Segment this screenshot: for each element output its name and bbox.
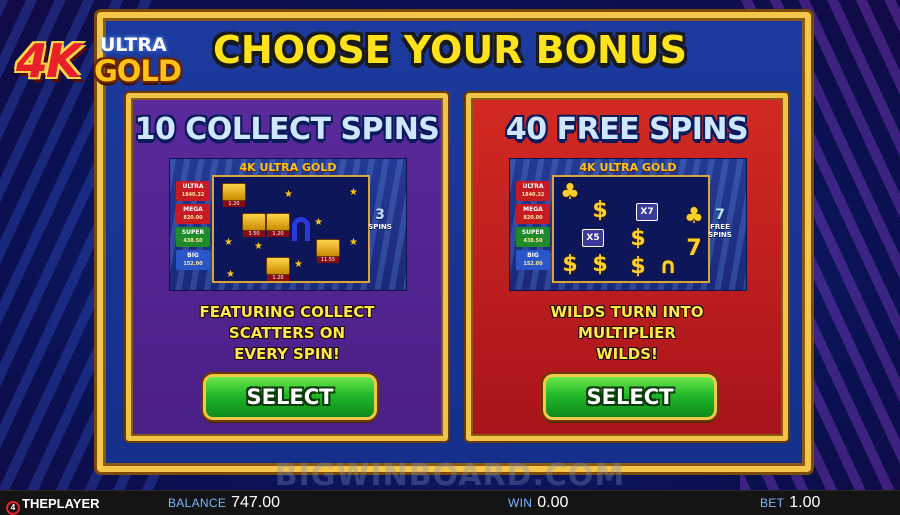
provider-icon: 4 [6, 501, 20, 515]
star-icon: ★ [254, 241, 263, 252]
watermark: BIGWINBOARD.COM [274, 458, 626, 493]
lucky-seven-icon: 7 [686, 236, 702, 261]
jackpot-big: BIG 152.00 [176, 250, 210, 270]
gold-coin-block: 3.50 [242, 213, 266, 237]
select-free-spins-button[interactable]: SELECT [543, 374, 717, 420]
option-preview-image: 4K ULTRA GOLD ULTRA 1840.32 MEGA 820.00 SU… [509, 158, 747, 291]
win-display: WIN 0.00 [508, 493, 568, 513]
star-icon: ★ [294, 259, 303, 270]
free-spins-counter: 7 FREE SPINS [708, 207, 732, 239]
gold-coin-block: 1.20 [266, 257, 290, 281]
multiplier-wild-badge: X7 [636, 203, 658, 221]
bet-display: BET 1.00 [760, 493, 820, 513]
provider-logo: 4 THEPLAYER [6, 495, 100, 515]
jackpot-ladder: ULTRA 1840.32 MEGA 820.00 SUPER 438.50 BIG 1… [516, 181, 550, 273]
bonus-option-collect-spins[interactable]: 10 COLLECT SPINS 4K ULTRA GOLD ULTRA 1840… [126, 93, 448, 441]
provider-name: THEPLAYER [22, 496, 100, 511]
reel-grid: ♣ $ $ $ $ $ ♣ 7 ∩ X7 X5 [552, 175, 710, 283]
jackpot-ultra: ULTRA 1840.32 [516, 181, 550, 201]
option-description: FEATURING COLLECT SCATTERS ON EVERY SPIN… [199, 303, 375, 363]
dollar-wild-icon: $ [630, 254, 646, 279]
star-icon: ★ [349, 237, 358, 248]
option-title: 40 FREE SPINS [505, 112, 749, 147]
gold-coin-block: 1.20 [266, 213, 290, 237]
bell-icon: ♣ [684, 204, 704, 229]
balance-display: BALANCE 747.00 [168, 493, 280, 513]
win-label: WIN [508, 496, 533, 510]
bell-icon: ♣ [560, 180, 580, 205]
dollar-wild-icon: $ [592, 198, 608, 223]
star-icon: ★ [284, 189, 293, 200]
balance-value: 747.00 [231, 494, 281, 511]
select-collect-spins-button[interactable]: SELECT [203, 374, 377, 420]
reel-grid: ★ ★ ★ ★ ★ ★ ★ ★ ★ 1.20 3.50 1.20 11.55 1… [212, 175, 370, 283]
magnet-icon [292, 217, 310, 241]
option-preview-image: 4K ULTRA GOLD ULTRA 1840.32 MEGA 820.00 SU… [169, 158, 407, 291]
status-bar: 4 THEPLAYER BALANCE 747.00 WIN 0.00 BET 1.00 [0, 490, 900, 515]
dollar-wild-icon: $ [630, 226, 646, 251]
win-value: 0.00 [537, 494, 569, 511]
jackpot-super: SUPER 438.50 [516, 227, 550, 247]
option-title: 10 COLLECT SPINS [134, 112, 440, 147]
jackpot-ladder: ULTRA 1840.32 MEGA 820.00 SUPER 438.50 BIG 1… [176, 181, 210, 273]
multiplier-wild-badge: X5 [582, 229, 604, 247]
horseshoe-icon: ∩ [659, 254, 677, 279]
bonus-option-free-spins[interactable]: 40 FREE SPINS 4K ULTRA GOLD ULTRA 1840.32… [466, 93, 788, 441]
option-description: WILDS TURN INTO MULTIPLIER WILDS! [550, 303, 704, 363]
jackpot-big: BIG 152.00 [516, 250, 550, 270]
preview-logo: 4K ULTRA GOLD [579, 161, 677, 174]
jackpot-mega: MEGA 820.00 [176, 204, 210, 224]
gold-coin-block: 1.20 [222, 183, 246, 207]
preview-logo: 4K ULTRA GOLD [239, 161, 337, 174]
jackpot-ultra: ULTRA 1840.32 [176, 181, 210, 201]
star-icon: ★ [226, 269, 235, 280]
star-icon: ★ [224, 237, 233, 248]
star-icon: ★ [349, 187, 358, 198]
gold-coin-block: 11.55 [316, 239, 340, 263]
page-title: CHOOSE YOUR BONUS [213, 28, 687, 72]
dollar-wild-icon: $ [592, 252, 608, 277]
bet-value: 1.00 [789, 494, 821, 511]
jackpot-mega: MEGA 820.00 [516, 204, 550, 224]
bet-label: BET [760, 496, 785, 510]
balance-label: BALANCE [168, 496, 227, 510]
jackpot-super: SUPER 438.50 [176, 227, 210, 247]
spins-counter: 3 SPINS [368, 207, 392, 231]
star-icon: ★ [314, 217, 323, 228]
dollar-wild-icon: $ [562, 252, 578, 277]
